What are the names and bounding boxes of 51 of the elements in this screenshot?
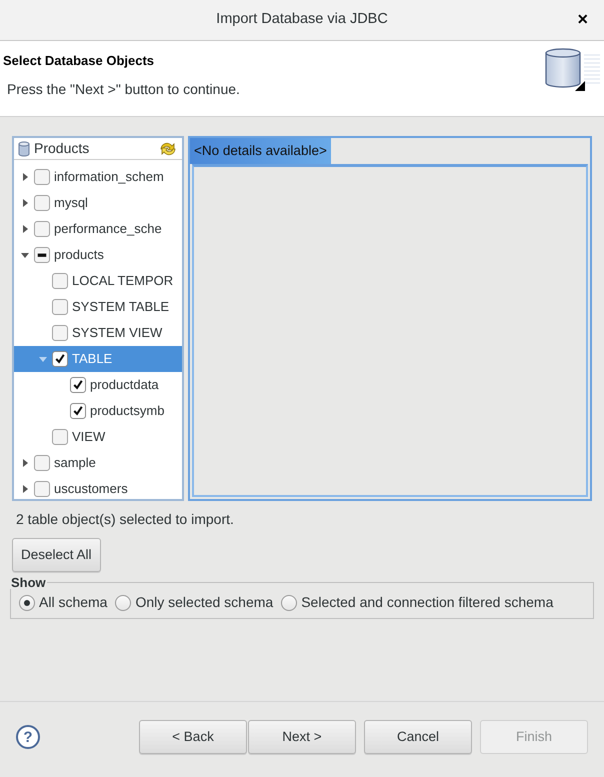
checkbox[interactable] — [34, 455, 50, 471]
radio-label[interactable]: All schema — [39, 592, 108, 613]
radio-button[interactable] — [19, 594, 35, 610]
expander-icon[interactable] — [20, 172, 30, 182]
tree-item[interactable]: products — [14, 242, 182, 268]
checkbox[interactable] — [52, 429, 68, 445]
database-icon — [18, 140, 30, 156]
expander-icon[interactable] — [20, 250, 30, 260]
group-label: Show — [10, 576, 47, 589]
page-title: Select Database Objects — [3, 52, 156, 70]
wizard-button[interactable]: Cancel — [364, 720, 472, 754]
tree-item[interactable]: uscustomers — [14, 476, 182, 499]
window-title: Import Database via JDBC — [216, 10, 388, 30]
tree-item[interactable]: information_schem — [14, 164, 182, 190]
close-button[interactable]: × — [575, 10, 590, 28]
details-tab[interactable]: <No details available> — [190, 138, 331, 164]
tree-item[interactable]: mysql — [14, 190, 182, 216]
wizard-button[interactable]: < Back — [139, 720, 247, 754]
page-description: Press the "Next >" button to continue. — [6, 80, 240, 98]
tree-item[interactable]: SYSTEM VIEW — [14, 320, 182, 346]
tree-item[interactable]: productdata — [14, 372, 182, 398]
checkbox[interactable] — [34, 481, 50, 497]
radio-button[interactable] — [115, 594, 132, 610]
checkbox[interactable] — [52, 299, 68, 315]
tree-item[interactable]: SYSTEM TABLE — [14, 294, 182, 320]
tree-item[interactable]: productsymb — [14, 398, 182, 424]
expander-icon[interactable] — [20, 198, 30, 208]
tree-root[interactable]: Products — [18, 138, 90, 159]
checkbox[interactable] — [34, 221, 50, 237]
expander-icon[interactable] — [20, 224, 30, 234]
expander-icon[interactable] — [20, 484, 30, 494]
checkbox[interactable] — [52, 351, 68, 367]
tree-item[interactable]: LOCAL TEMPOR — [14, 268, 182, 294]
deselect-all-button[interactable]: Deselect All — [12, 538, 101, 572]
checkbox[interactable] — [34, 247, 50, 263]
checkbox[interactable] — [34, 169, 50, 185]
tree-item[interactable]: performance_sche — [14, 216, 182, 242]
radio-label[interactable]: Selected and connection filtered schema — [301, 592, 554, 613]
checkbox[interactable] — [52, 325, 68, 341]
tree-item[interactable]: sample — [14, 450, 182, 476]
expander-icon[interactable] — [20, 458, 30, 468]
radio-label[interactable]: Only selected schema — [135, 592, 274, 613]
checkbox[interactable] — [70, 403, 86, 419]
checkbox[interactable] — [52, 273, 68, 289]
selection-status: 2 table object(s) selected to import. — [16, 510, 235, 529]
wizard-button[interactable]: Next > — [248, 720, 356, 754]
checkbox[interactable] — [70, 377, 86, 393]
help-icon[interactable]: ? — [16, 725, 40, 749]
radio-button[interactable] — [281, 594, 298, 610]
checkbox[interactable] — [34, 195, 50, 211]
tree-item[interactable]: VIEW — [14, 424, 182, 450]
